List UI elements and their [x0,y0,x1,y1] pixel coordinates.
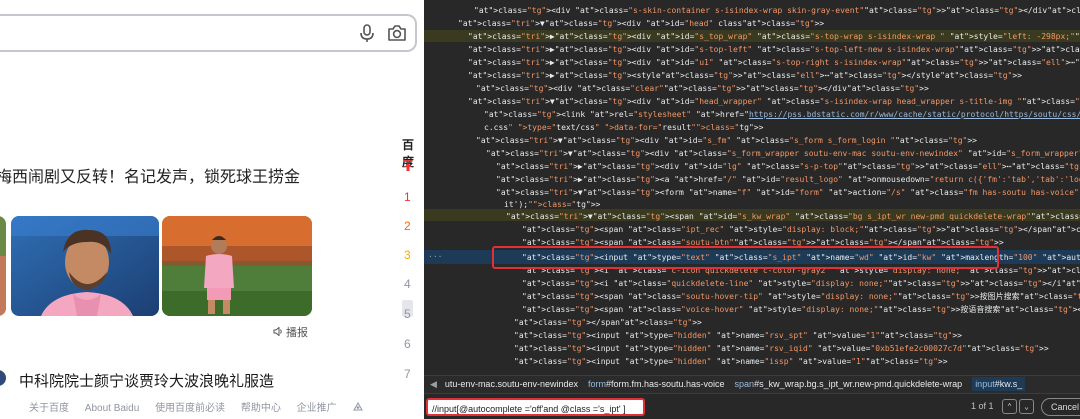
police-badge-icon [353,401,364,411]
breadcrumb-scroll-left-icon[interactable]: ◀ [430,379,437,389]
row-actions-icon[interactable]: ··· [428,250,442,264]
dom-node-line[interactable]: "at">class="tri">▼"at">class="tg"><div "… [468,95,1080,108]
news-headline[interactable]: 中科院院士颜宁谈贾玲大波浪晚礼服造 [19,370,274,391]
hot-rank-6: 6 [404,337,411,351]
footer-link-terms[interactable]: 使用百度前必读 [155,403,225,414]
dom-node-line[interactable]: "at">class="tg"><span "at">class="ipt_re… [522,223,1080,236]
hot-rank-1: 1 [404,190,411,204]
pin-top-icon [403,160,413,171]
broadcast-label: 播报 [286,327,308,339]
breadcrumb-item[interactable]: span#s_kw_wrap.bg.s_ipt_wr.new-pmd.quick… [735,379,963,389]
breadcrumb-item[interactable]: utu-env-mac.soutu-env-newindex [445,379,578,389]
search-input[interactable] [0,14,417,52]
speaker-icon [273,327,282,336]
dom-node-line[interactable]: "at">class="tg"><link "at">rel="styleshe… [484,108,1080,121]
dom-node-line[interactable]: "at">class="tg"><div "at">class="clear""… [476,82,929,95]
footer-link-about-cn[interactable]: 关于百度 [29,403,69,414]
hot-rank-5: 5 [404,307,411,321]
hot-rank-4: 4 [404,277,411,291]
dom-node-line[interactable]: "at">class="tri">▶"at">class="tg"><div "… [468,56,1080,69]
dom-node-line[interactable]: "at">class="tri">▶"at">class="tg"><div "… [496,160,1080,173]
footer-link-about-en[interactable]: About Baidu [85,403,140,414]
footer-links: 关于百度 About Baidu 使用百度前必读 帮助中心 企业推广 [29,399,364,414]
news-photo[interactable] [0,216,6,316]
dom-node-line[interactable]: "at">class="tri">▼"at">class="tg"><div "… [476,134,977,147]
dom-node-line[interactable]: "at">class="tg"><input "at">type="hidden… [514,342,1049,355]
camera-icon[interactable] [386,22,408,44]
dom-node-line[interactable]: "at">class="tri">▶"at">class="tg"><div "… [468,43,1080,56]
dom-node-line[interactable]: "at">class="tg"><input "at">type="hidden… [514,329,962,342]
cancel-button[interactable]: Cancel [1041,398,1080,416]
dom-node-line[interactable]: c.css" ">type="text/css" ">data-for="res… [484,121,763,134]
breadcrumb-item[interactable]: form#form.fm.has-soutu.has-voice [588,379,725,389]
footer-link-business[interactable]: 企业推广 [297,403,337,414]
devtools-search-bar: //input[@autocomplete ='off'and @class =… [424,393,1080,419]
hot-rank-3: 3 [404,248,411,262]
dom-node-line[interactable]: "at">class="tg"><span "at">class="voice-… [522,303,1080,316]
breadcrumb-item-rest: #s_kw_wrap.bg.s_ipt_wr.new-pmd.quickdele… [754,379,963,389]
web-page-panel: 梅西闹剧又反转！名记发声，锁死球王捞金 播报 中科院院士颜宁谈贾玲大波浪晚礼服造… [0,0,424,419]
broadcast-button[interactable]: 播报 [273,324,308,340]
previous-match-button[interactable]: ⌃ [1002,399,1017,414]
breadcrumb-item-rest: #kw.s_ [994,379,1023,389]
breadcrumb-item-rest: #form.fm.has-soutu.has-voice [606,379,725,389]
dom-node-line[interactable]: "at">class="tg"><i "at">class="quickdele… [522,277,1080,290]
footer-link-help[interactable]: 帮助中心 [241,403,281,414]
breadcrumb-item-selected[interactable]: input#kw.s_ [972,377,1026,391]
xpath-search-input[interactable]: //input[@autocomplete ='off'and @class =… [426,398,645,416]
dom-node-line[interactable]: "at">class="tri">▶"at">class="tg"><style… [468,69,1022,82]
dom-node-line[interactable]: "at">class="tri">▶"at">class="tg"><div "… [468,30,1080,43]
dom-node-line[interactable]: "at">class="tri">▼"at">class="tg"><div "… [458,17,824,30]
highlight-box [492,246,999,269]
hot-rank-7: 7 [404,367,411,381]
news-photo[interactable] [11,216,159,316]
news-source-avatar [0,370,6,386]
dom-node-line[interactable]: "at">class="tg"><div "at">class="s-skin-… [474,4,1080,17]
hot-rank-2: 2 [404,219,411,233]
dom-node-line[interactable]: "at">class="tg"><span "at">class="soutu-… [522,290,1080,303]
match-count: 1 of 1 [971,401,994,411]
dom-node-line[interactable]: "at">class="tri">▶"at">class="tg"><a "at… [496,173,1080,186]
microphone-icon[interactable] [356,22,378,44]
dom-node-line[interactable]: "at">class="tg"><input "at">type="hidden… [514,355,948,368]
dom-node-line[interactable]: "at">class="tri">▼"at">class="tg"><span … [506,210,1080,223]
devtools-elements-panel: ··· "at">class="tg"><div "at">class="s-s… [424,0,1080,419]
news-photo[interactable] [162,216,312,316]
dom-node-line[interactable]: "at">class="tri">▼"at">class="tg"><div "… [486,147,1080,160]
next-match-button[interactable]: ⌄ [1019,399,1034,414]
news-headline[interactable]: 梅西闹剧又反转！名记发声，锁死球王捞金 [0,163,300,187]
dom-node-line[interactable]: "at">class="tg"></span"at">class="tg">> [514,316,702,329]
breadcrumb: ◀ utu-env-mac.soutu-env-newindex form#form… [424,375,1080,393]
